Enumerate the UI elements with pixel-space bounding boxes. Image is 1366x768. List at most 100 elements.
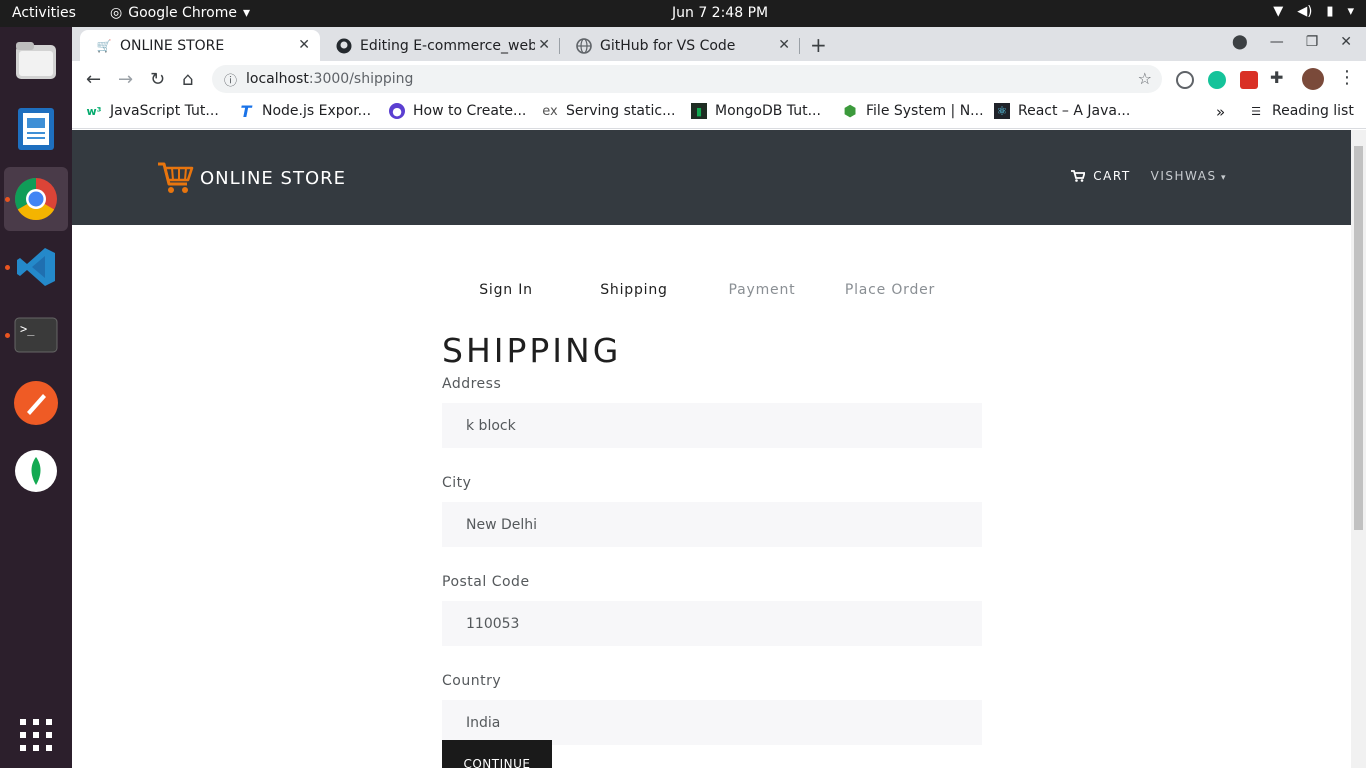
country-field[interactable]: India — [442, 700, 982, 745]
address-bar[interactable]: ⓘ localhost:3000/shipping ☆ — [212, 65, 1162, 93]
url-text[interactable]: localhost:3000/shipping — [246, 71, 413, 87]
activities-button[interactable]: Activities — [12, 5, 76, 21]
postal-code-field[interactable]: 110053 — [442, 601, 982, 646]
reading-list-label: Reading list — [1272, 103, 1354, 119]
bookmark-label: React – A Java... — [1018, 103, 1131, 119]
new-tab-button[interactable]: + — [810, 33, 827, 57]
bookmark-label: Node.js Expor... — [262, 103, 372, 119]
close-icon[interactable]: ✕ — [538, 37, 550, 53]
bookmark-label: MongoDB Tut... — [715, 103, 821, 119]
bookmark-item[interactable]: ▮ MongoDB Tut... — [691, 103, 821, 119]
page-scrollbar[interactable] — [1351, 130, 1366, 768]
site-navbar: ONLINE STORE CART VISHWAS ▾ — [72, 130, 1351, 225]
postman-icon[interactable] — [12, 379, 60, 427]
scrollbar-thumb[interactable] — [1354, 146, 1363, 530]
menu-icon[interactable]: ⋮ — [1338, 67, 1356, 88]
github-icon — [336, 38, 352, 54]
chrome-icon: ◎ — [110, 5, 123, 21]
web-page: ONLINE STORE CART VISHWAS ▾ Sign In Ship… — [72, 130, 1351, 768]
battery-icon: ▮ — [1326, 4, 1334, 19]
cart-label: CART — [1093, 169, 1131, 183]
avatar[interactable] — [1302, 68, 1324, 90]
cart-link[interactable]: CART — [1071, 169, 1130, 183]
bookmark-label: How to Create... — [413, 103, 527, 119]
close-icon[interactable]: ✕ — [778, 37, 790, 53]
city-field[interactable]: New Delhi — [442, 502, 982, 547]
extension-red-icon[interactable] — [1240, 71, 1258, 89]
tab-search-icon[interactable]: ⬤ — [1232, 34, 1248, 50]
bookmark-label: Serving static... — [566, 103, 676, 119]
site-icon: ● — [389, 103, 405, 119]
bookmark-item[interactable]: w³ JavaScript Tut... — [86, 103, 219, 119]
bookmark-item[interactable]: ⚛ React – A Java... — [994, 103, 1130, 119]
step-place-order: Place Order — [844, 282, 936, 298]
puzzle-icon[interactable]: ✚ — [1270, 68, 1283, 87]
country-label: Country — [442, 673, 502, 689]
browser-toolbar: ← → ↻ ⌂ ⓘ localhost:3000/shipping ☆ ✚ ⋮ — [72, 61, 1366, 97]
brand-name: ONLINE STORE — [200, 167, 346, 189]
close-icon[interactable]: ✕ — [298, 37, 310, 53]
bookmark-item[interactable]: ex Serving static... — [542, 103, 675, 119]
tab-title: GitHub for VS Code — [600, 37, 736, 54]
chrome-icon[interactable] — [12, 175, 60, 223]
shipping-form: SHIPPING Address k block City New Delhi … — [442, 330, 982, 768]
grammarly-icon[interactable] — [1208, 71, 1226, 89]
chevron-down-icon: ▾ — [242, 5, 250, 21]
app-menu[interactable]: ◎ Google Chrome ▾ — [110, 5, 250, 21]
writer-icon[interactable] — [12, 105, 60, 153]
cart-icon — [1071, 170, 1086, 182]
reading-list-button[interactable]: ☰ Reading list — [1248, 103, 1354, 119]
continue-button[interactable]: CONTINUE — [442, 740, 552, 768]
chevron-down-icon: ▾ — [1347, 4, 1354, 19]
bookmark-item[interactable]: ● How to Create... — [389, 103, 526, 119]
tab-online-store[interactable]: 🛒 ONLINE STORE ✕ — [80, 30, 320, 61]
step-shipping[interactable]: Shipping — [570, 282, 698, 298]
reading-list-icon: ☰ — [1251, 104, 1261, 118]
step-sign-in[interactable]: Sign In — [442, 282, 570, 298]
files-icon[interactable] — [12, 37, 60, 85]
terminal-icon[interactable]: >_ — [12, 311, 60, 359]
clock[interactable]: Jun 7 2:48 PM — [672, 5, 768, 21]
dock: >_ — [0, 27, 72, 768]
bookmark-item[interactable]: ⬢ File System | N... — [842, 102, 983, 120]
tab-github-vscode[interactable]: GitHub for VS Code ✕ — [560, 30, 800, 61]
svg-text:>_: >_ — [20, 322, 35, 336]
cart-favicon-icon: 🛒 — [96, 38, 112, 53]
tab-separator — [799, 38, 800, 54]
url-path: :3000/shipping — [308, 71, 414, 87]
mongodb-compass-icon[interactable] — [12, 447, 60, 495]
reload-icon[interactable]: ↻ — [150, 69, 165, 90]
bookmarks-bar: w³ JavaScript Tut... T Node.js Expor... ● H… — [72, 97, 1366, 129]
minimize-icon[interactable]: — — [1270, 34, 1284, 50]
address-field[interactable]: k block — [442, 403, 982, 448]
maximize-icon[interactable]: ❐ — [1306, 34, 1319, 50]
globe-icon — [576, 37, 592, 54]
tab-editing-ecommerce[interactable]: Editing E-commerce_web ✕ — [320, 30, 560, 61]
user-dropdown[interactable]: VISHWAS ▾ — [1151, 169, 1227, 183]
tab-title: ONLINE STORE — [120, 37, 225, 54]
system-tray[interactable]: ▼ ◀) ▮ ▾ — [1273, 4, 1354, 19]
back-arrow-icon[interactable]: ← — [86, 69, 101, 90]
home-icon[interactable]: ⌂ — [182, 69, 193, 90]
more-bookmarks-icon[interactable]: » — [1216, 103, 1225, 121]
volume-icon: ◀) — [1297, 4, 1313, 19]
nav-links: CART VISHWAS ▾ — [1071, 169, 1227, 183]
url-host: localhost — [246, 71, 309, 87]
site-brand[interactable]: ONLINE STORE — [156, 160, 346, 196]
user-name: VISHWAS — [1150, 169, 1217, 183]
bookmark-item[interactable]: T Node.js Expor... — [238, 101, 372, 121]
caret-down-icon: ▾ — [1216, 173, 1227, 183]
app-grid-icon[interactable] — [12, 711, 60, 759]
extension-icon[interactable] — [1176, 71, 1194, 89]
tutorialspoint-icon: T — [240, 101, 252, 121]
bookmark-star-icon[interactable]: ☆ — [1138, 69, 1152, 88]
close-window-icon[interactable]: ✕ — [1340, 34, 1352, 50]
running-indicator — [5, 197, 10, 202]
city-label: City — [442, 475, 472, 491]
mongodb-icon: ▮ — [691, 103, 707, 119]
forward-arrow-icon[interactable]: → — [118, 69, 133, 90]
w3schools-icon: w³ — [86, 104, 102, 118]
vscode-icon[interactable] — [12, 243, 60, 291]
info-icon[interactable]: ⓘ — [224, 70, 237, 89]
app-name: Google Chrome — [128, 5, 237, 21]
